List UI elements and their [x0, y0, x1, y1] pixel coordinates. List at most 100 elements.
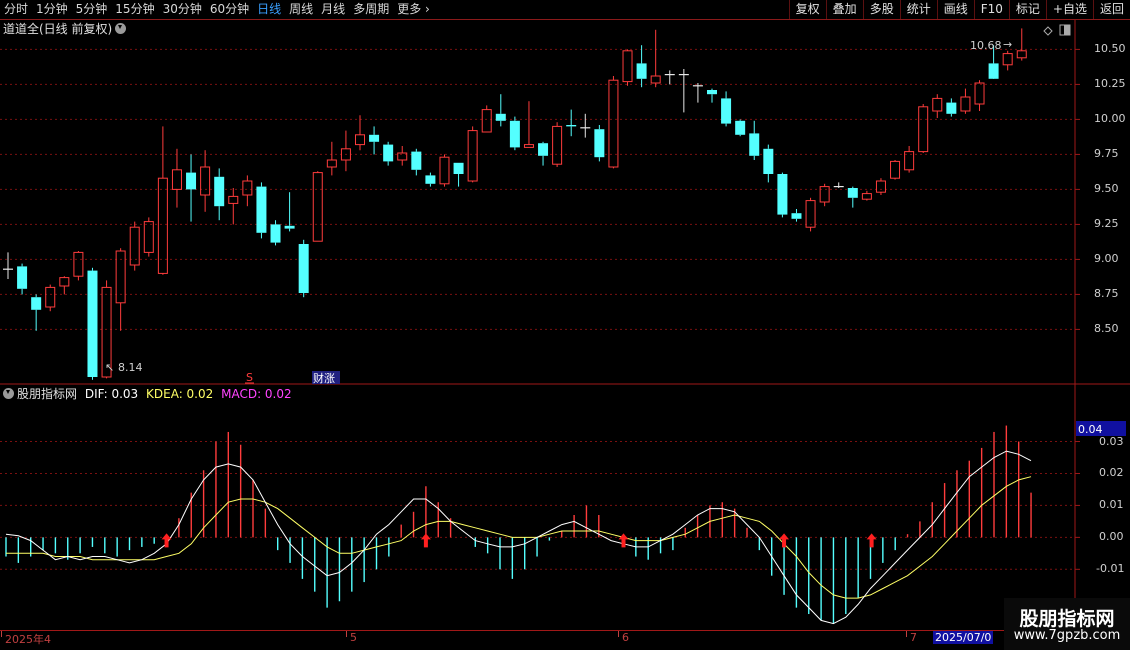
- candle-body: [988, 63, 999, 79]
- candle[interactable]: [538, 141, 549, 166]
- candle[interactable]: [875, 178, 886, 195]
- candle[interactable]: [636, 45, 647, 88]
- candle[interactable]: [622, 49, 633, 86]
- candle-body: [1016, 50, 1027, 59]
- candle[interactable]: [805, 197, 816, 232]
- candle[interactable]: [383, 141, 394, 166]
- s-marker[interactable]: S: [246, 371, 253, 384]
- candle-body: [411, 151, 422, 170]
- candle-body: [31, 297, 42, 310]
- candle[interactable]: [918, 104, 929, 153]
- candle[interactable]: [411, 148, 422, 176]
- candle[interactable]: [200, 150, 211, 212]
- candle[interactable]: [312, 171, 323, 242]
- candle-body: [256, 186, 267, 233]
- candle[interactable]: [580, 113, 591, 138]
- candle-body: [932, 97, 943, 112]
- candle[interactable]: [692, 83, 703, 103]
- candle[interactable]: [495, 94, 506, 127]
- candle[interactable]: [960, 88, 971, 114]
- indicator-tick-label: 0.02: [1099, 466, 1124, 480]
- candle[interactable]: [45, 284, 56, 312]
- price-tick-label: 10.00: [1094, 112, 1126, 126]
- candle[interactable]: [228, 188, 239, 225]
- cai-marker[interactable]: 财涨: [313, 371, 335, 385]
- candle[interactable]: [340, 130, 351, 172]
- candle[interactable]: [439, 154, 450, 187]
- candle[interactable]: [1002, 50, 1013, 71]
- candle-body: [298, 244, 309, 293]
- buy-arrow-icon: [618, 533, 629, 548]
- candle[interactable]: [552, 122, 563, 167]
- candle[interactable]: [932, 94, 943, 118]
- candle[interactable]: [214, 168, 225, 221]
- chart-canvas[interactable]: 0.04 ↖ 8.14 10.68 → S 财涨: [0, 0, 1130, 630]
- date-axis: 2025年4 5 6 7 2025/07/0: [0, 630, 1130, 650]
- candle[interactable]: [397, 146, 408, 166]
- candle[interactable]: [369, 126, 380, 155]
- candle[interactable]: [355, 115, 365, 151]
- candle[interactable]: [129, 221, 140, 271]
- candle[interactable]: [242, 175, 253, 207]
- candle[interactable]: [833, 182, 844, 188]
- candle[interactable]: [171, 148, 182, 208]
- candle[interactable]: [763, 144, 774, 183]
- candle[interactable]: [481, 105, 492, 133]
- candle-body: [383, 144, 394, 162]
- diamond-icon[interactable]: [1043, 26, 1053, 36]
- candle[interactable]: [31, 294, 42, 331]
- candle[interactable]: [566, 109, 577, 137]
- buy-arrow-icon: [161, 533, 172, 548]
- candle[interactable]: [326, 141, 337, 176]
- candle[interactable]: [186, 154, 197, 222]
- candle[interactable]: [847, 186, 858, 208]
- indicator-grid: [0, 441, 1080, 570]
- candle[interactable]: [157, 126, 168, 275]
- candle[interactable]: [707, 88, 717, 103]
- candle[interactable]: [284, 192, 295, 232]
- candle-body: [721, 98, 732, 124]
- candle[interactable]: [819, 183, 830, 207]
- candle[interactable]: [890, 160, 901, 180]
- candle[interactable]: [256, 182, 267, 239]
- candle-body: [636, 63, 647, 79]
- candle[interactable]: [749, 120, 760, 160]
- candle[interactable]: [453, 162, 464, 187]
- candle-body: [861, 193, 872, 200]
- candle[interactable]: [270, 220, 281, 246]
- high-price-label: 10.68: [970, 39, 1002, 52]
- candle[interactable]: [777, 172, 788, 218]
- candle[interactable]: [791, 209, 802, 222]
- candle[interactable]: [721, 91, 732, 127]
- candle[interactable]: [87, 267, 98, 380]
- window-icon-fill: [1064, 25, 1070, 35]
- candle[interactable]: [3, 252, 13, 279]
- candle[interactable]: [650, 29, 661, 88]
- candle-body: [960, 96, 971, 112]
- candle[interactable]: [946, 98, 957, 117]
- candle[interactable]: [73, 251, 84, 281]
- candle[interactable]: [594, 125, 605, 162]
- candle[interactable]: [17, 263, 28, 295]
- candle[interactable]: [523, 101, 534, 148]
- candle[interactable]: [143, 217, 154, 257]
- candle-body: [355, 134, 365, 146]
- candle-body: [763, 148, 774, 174]
- candle[interactable]: [904, 146, 915, 173]
- date-label-apr: 2025年4: [5, 633, 51, 646]
- candle[interactable]: [1016, 28, 1027, 61]
- candle[interactable]: [664, 70, 675, 85]
- candle-body: [186, 172, 197, 190]
- indicator-lines: [5, 450, 1032, 625]
- candle[interactable]: [298, 239, 309, 298]
- price-tick-label: 8.75: [1094, 287, 1119, 301]
- candle[interactable]: [59, 276, 70, 295]
- candle[interactable]: [735, 119, 746, 137]
- candle-body: [509, 120, 520, 148]
- candle-body: [538, 143, 549, 156]
- candle[interactable]: [425, 172, 436, 187]
- candle[interactable]: [678, 69, 689, 113]
- candle[interactable]: [115, 248, 126, 331]
- candle[interactable]: [861, 190, 872, 201]
- candle[interactable]: [509, 116, 520, 151]
